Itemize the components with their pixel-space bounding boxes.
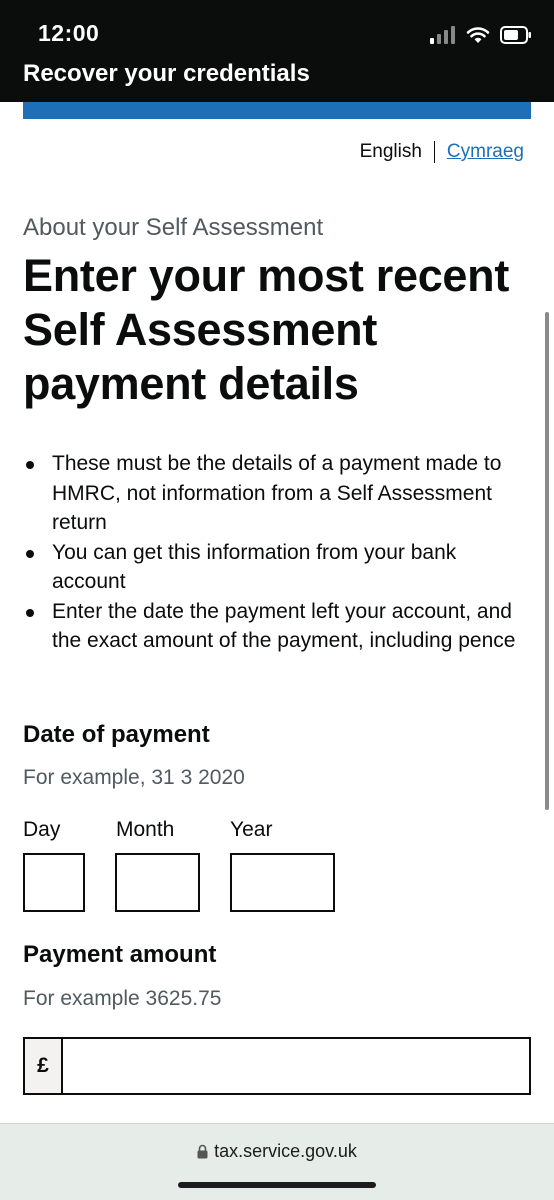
payment-amount-hint: For example 3625.75: [23, 987, 222, 1010]
url-display[interactable]: tax.service.gov.uk: [0, 1141, 554, 1162]
currency-prefix: £: [25, 1039, 63, 1093]
year-label: Year: [230, 818, 273, 841]
url-text: tax.service.gov.uk: [214, 1141, 357, 1161]
month-input[interactable]: [115, 853, 200, 912]
list-item: You can get this information from your b…: [23, 538, 523, 597]
cellular-signal-icon: [430, 26, 455, 44]
browser-address-bar: tax.service.gov.uk: [0, 1123, 554, 1200]
payment-amount-label: Payment amount: [23, 941, 217, 968]
language-link-welsh[interactable]: Cymraeg: [447, 141, 524, 163]
status-icons: [430, 22, 532, 48]
language-toggle: English Cymraeg: [360, 141, 524, 163]
list-item: Enter the date the payment left your acc…: [23, 597, 523, 656]
scrollbar[interactable]: [545, 312, 549, 810]
status-time: 12:00: [38, 20, 100, 46]
page-caption: About your Self Assessment: [23, 214, 324, 241]
list-item: These must be the details of a payment m…: [23, 449, 523, 538]
battery-icon: [500, 26, 531, 44]
day-input[interactable]: [23, 853, 85, 912]
day-label: Day: [23, 818, 61, 841]
year-input[interactable]: [230, 853, 335, 912]
language-current: English: [359, 141, 422, 162]
top-bar: 12:00 Recover your credentials: [0, 0, 554, 102]
home-indicator[interactable]: [178, 1182, 376, 1188]
payment-amount-field: £: [23, 1037, 531, 1095]
service-title[interactable]: Recover your credentials: [23, 60, 310, 88]
payment-amount-input[interactable]: [63, 1039, 529, 1093]
instructions-list: These must be the details of a payment m…: [23, 449, 523, 656]
month-label: Month: [116, 818, 175, 841]
date-of-payment-label: Date of payment: [23, 721, 210, 748]
wifi-icon: [466, 27, 490, 43]
page-title: Enter your most recent Self Assessment p…: [23, 250, 510, 409]
date-of-payment-hint: For example, 31 3 2020: [23, 766, 245, 789]
header-blue-stripe: [23, 102, 531, 119]
lock-icon: [197, 1144, 208, 1159]
language-divider: [433, 141, 435, 163]
